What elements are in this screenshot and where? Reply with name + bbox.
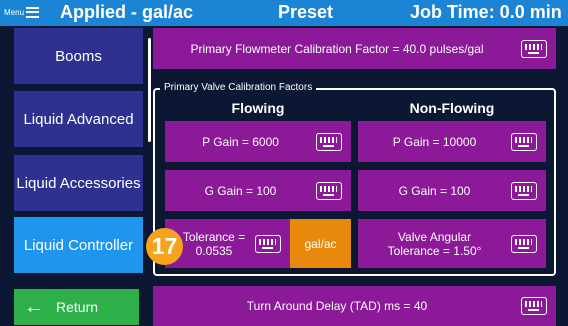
keyboard-icon bbox=[521, 297, 547, 315]
valve-calibration-group-title: Primary Valve Calibration Factors bbox=[160, 81, 317, 95]
non-flowing-g-gain-tile[interactable]: G Gain = 100 bbox=[358, 170, 546, 211]
turn-around-delay-label: Turn Around Delay (TAD) ms = 40 bbox=[246, 299, 428, 313]
flowing-g-gain-label: G Gain = 100 bbox=[204, 183, 277, 198]
flowmeter-calibration-tile[interactable]: Primary Flowmeter Calibration Factor = 4… bbox=[153, 28, 556, 69]
tolerance-tile[interactable]: Tolerance = 0.0535 bbox=[165, 219, 290, 268]
keyboard-icon bbox=[316, 132, 342, 151]
turn-around-delay-tile[interactable]: Turn Around Delay (TAD) ms = 40 bbox=[153, 286, 556, 326]
flowing-p-gain-label: P Gain = 6000 bbox=[202, 134, 279, 149]
sidebar-item-label: Liquid Controller bbox=[23, 236, 134, 254]
non-flowing-g-gain-label: G Gain = 100 bbox=[398, 183, 471, 198]
sidebar-scrollbar[interactable] bbox=[148, 38, 151, 142]
keyboard-icon bbox=[521, 39, 547, 58]
sidebar-item-label: Booms bbox=[55, 47, 102, 65]
valve-angular-tolerance-label: Valve Angular Tolerance = 1.50° bbox=[358, 230, 511, 258]
application-rate-title: Applied - gal/ac bbox=[60, 2, 194, 22]
tolerance-label-line1: Tolerance = bbox=[182, 229, 246, 244]
return-button[interactable]: ← Return bbox=[14, 289, 139, 325]
sidebar-item-label: Liquid Accessories bbox=[16, 174, 141, 192]
keyboard-icon bbox=[255, 234, 281, 253]
flowing-header: Flowing bbox=[231, 100, 285, 116]
sidebar-item-liquid-controller[interactable]: Liquid Controller bbox=[14, 217, 143, 273]
non-flowing-p-gain-tile[interactable]: P Gain = 10000 bbox=[358, 121, 546, 162]
valve-angular-tolerance-tile[interactable]: Valve Angular Tolerance = 1.50° bbox=[358, 219, 546, 268]
keyboard-icon bbox=[511, 234, 537, 253]
return-label: Return bbox=[56, 299, 99, 315]
flowing-g-gain-tile[interactable]: G Gain = 100 bbox=[165, 170, 351, 211]
flowing-p-gain-tile[interactable]: P Gain = 6000 bbox=[165, 121, 351, 162]
sidebar-item-label: Liquid Advanced bbox=[23, 110, 134, 128]
sidebar-item-liquid-advanced[interactable]: Liquid Advanced bbox=[14, 91, 143, 147]
keyboard-icon bbox=[511, 132, 537, 151]
non-flowing-header: Non-Flowing bbox=[409, 100, 495, 116]
sidebar-item-liquid-accessories[interactable]: Liquid Accessories bbox=[14, 155, 143, 211]
menu-label: Menu bbox=[4, 7, 25, 17]
top-bar: Menu Applied - gal/ac Preset Job Time: 0… bbox=[0, 0, 568, 26]
callout-badge: 17 bbox=[146, 228, 183, 265]
flowmeter-calibration-label: Primary Flowmeter Calibration Factor = 4… bbox=[190, 41, 484, 56]
menu-button[interactable]: Menu bbox=[4, 2, 48, 22]
keyboard-icon bbox=[316, 181, 342, 200]
valve-angular-line1: Valve Angular bbox=[397, 229, 472, 244]
keyboard-icon bbox=[511, 181, 537, 200]
hamburger-icon bbox=[26, 6, 40, 18]
job-time: Job Time: 0.0 min bbox=[410, 2, 562, 22]
sidebar-item-booms[interactable]: Booms bbox=[14, 28, 143, 84]
tolerance-unit-button[interactable]: gal/ac bbox=[290, 219, 351, 268]
arrow-left-icon: ← bbox=[24, 296, 44, 318]
valve-angular-value: Tolerance = 1.50° bbox=[387, 243, 482, 258]
mode-label: Preset bbox=[278, 2, 334, 22]
non-flowing-p-gain-label: P Gain = 10000 bbox=[392, 134, 477, 149]
tolerance-value: 0.0535 bbox=[195, 243, 233, 258]
